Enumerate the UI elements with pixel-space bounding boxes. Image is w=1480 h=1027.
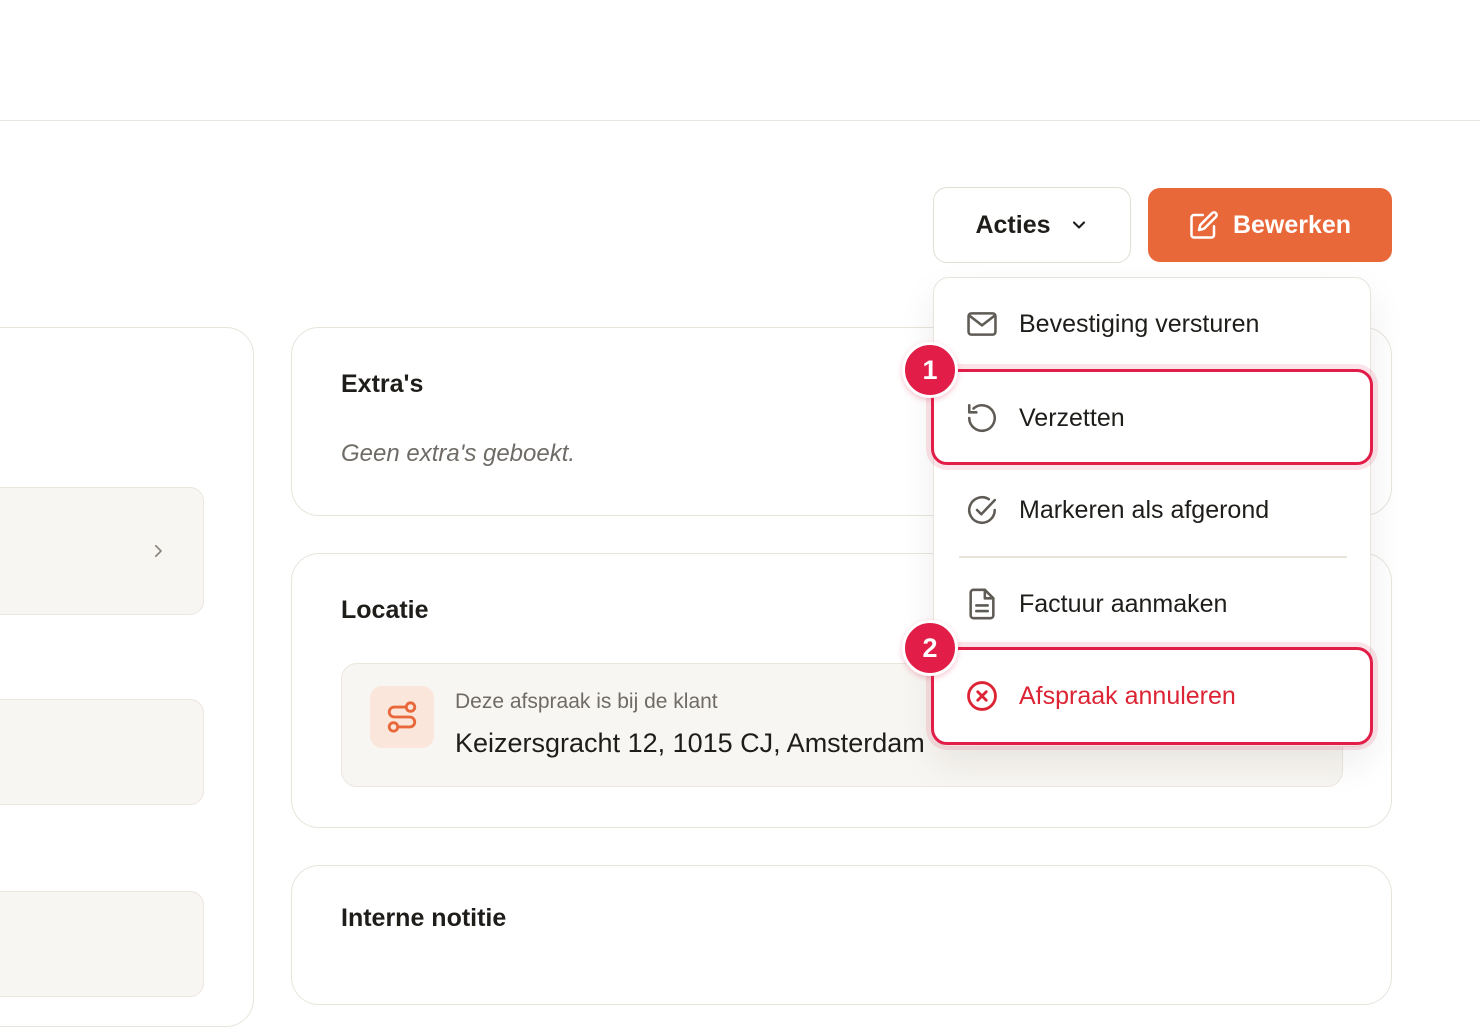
edit-icon	[1190, 211, 1218, 239]
route-icon	[370, 686, 434, 748]
x-circle-icon	[967, 681, 997, 711]
location-address: Keizersgracht 12, 1015 CJ, Amsterdam	[455, 728, 925, 758]
internal-note-card: Interne notitie	[291, 865, 1392, 1005]
actions-menu: Bevestiging versturen Verzetten Markeren…	[933, 277, 1371, 747]
file-text-icon	[969, 588, 995, 620]
extras-empty-text: Geen extra's geboekt.	[341, 440, 576, 467]
location-title: Locatie	[341, 596, 429, 624]
step-badge-2: 2	[902, 620, 958, 676]
rotate-ccw-icon	[967, 403, 997, 433]
mail-icon	[967, 312, 997, 336]
top-bar	[0, 0, 1480, 121]
step-badge-1: 1	[902, 342, 958, 398]
left-list-item[interactable]	[0, 487, 204, 615]
left-list-item	[0, 891, 204, 997]
chevron-right-icon	[154, 544, 162, 558]
location-label: Deze afspraak is bij de klant	[455, 690, 718, 713]
menu-item-create-invoice[interactable]: Factuur aanmaken	[934, 558, 1370, 650]
actions-button-label: Acties	[975, 210, 1051, 239]
menu-item-cancel-appointment[interactable]: Afspraak annuleren	[934, 650, 1370, 742]
chevron-down-icon	[1072, 221, 1085, 229]
menu-item-mark-completed[interactable]: Markeren als afgerond	[934, 464, 1370, 556]
menu-item-label: Bevestiging versturen	[1019, 309, 1260, 338]
edit-button[interactable]: Bewerken	[1148, 188, 1392, 262]
check-circle-icon	[968, 496, 997, 525]
actions-dropdown-button[interactable]: Acties	[933, 187, 1131, 263]
menu-item-reschedule[interactable]: Verzetten	[934, 372, 1370, 464]
menu-item-label: Verzetten	[1019, 403, 1125, 432]
menu-item-send-confirmation[interactable]: Bevestiging versturen	[934, 278, 1370, 370]
edit-button-label: Bewerken	[1232, 210, 1352, 239]
internal-note-title: Interne notitie	[341, 904, 507, 932]
left-list-item	[0, 699, 204, 805]
menu-item-label: Afspraak annuleren	[1019, 681, 1236, 710]
menu-item-label: Factuur aanmaken	[1019, 589, 1228, 618]
extras-title: Extra's	[341, 370, 424, 398]
menu-item-label: Markeren als afgerond	[1019, 495, 1270, 524]
